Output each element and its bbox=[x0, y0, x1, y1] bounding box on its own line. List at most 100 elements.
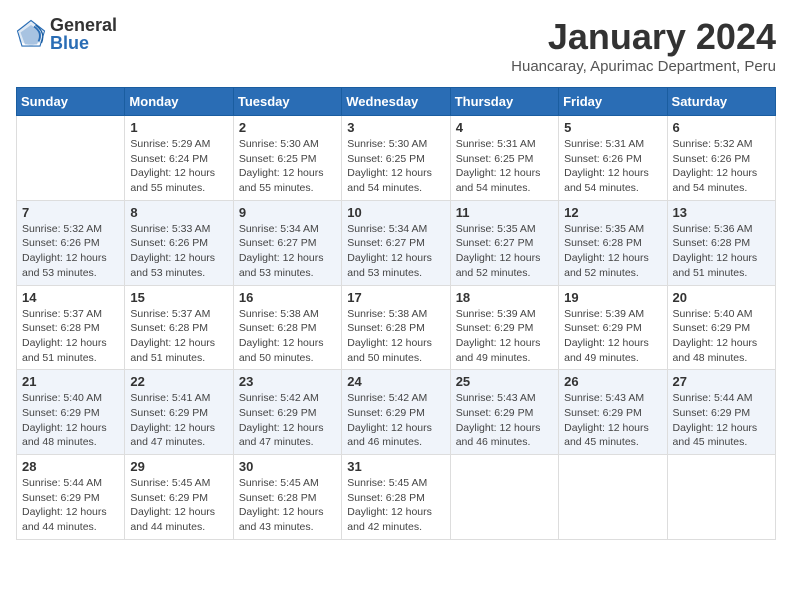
calendar-cell: 26 Sunrise: 5:43 AMSunset: 6:29 PMDayligh… bbox=[559, 370, 667, 455]
day-number: 4 bbox=[456, 120, 553, 135]
day-info: Sunrise: 5:43 AMSunset: 6:29 PMDaylight:… bbox=[564, 391, 661, 450]
day-number: 3 bbox=[347, 120, 444, 135]
calendar-cell: 9 Sunrise: 5:34 AMSunset: 6:27 PMDaylight… bbox=[233, 200, 341, 285]
calendar-header: SundayMondayTuesdayWednesdayThursdayFrid… bbox=[17, 88, 776, 116]
day-info: Sunrise: 5:45 AMSunset: 6:29 PMDaylight:… bbox=[130, 476, 227, 535]
logo: General Blue bbox=[16, 16, 117, 52]
header-day-monday: Monday bbox=[125, 88, 233, 116]
day-number: 23 bbox=[239, 374, 336, 389]
day-number: 26 bbox=[564, 374, 661, 389]
calendar-cell: 3Sunrise: 5:30 AMSunset: 6:25 PMDaylight… bbox=[342, 116, 450, 201]
day-info: Sunrise: 5:43 AMSunset: 6:29 PMDaylight:… bbox=[456, 391, 553, 450]
calendar-cell: 4 Sunrise: 5:31 AMSunset: 6:25 PMDaylight… bbox=[450, 116, 558, 201]
day-info: Sunrise: 5:42 AMSunset: 6:29 PMDaylight:… bbox=[347, 391, 444, 450]
day-info: Sunrise: 5:35 AMSunset: 6:28 PMDaylight:… bbox=[564, 222, 661, 281]
calendar-cell: 24 Sunrise: 5:42 AMSunset: 6:29 PMDayligh… bbox=[342, 370, 450, 455]
calendar-week-4: 21 Sunrise: 5:40 AMSunset: 6:29 PMDayligh… bbox=[17, 370, 776, 455]
day-number: 16 bbox=[239, 290, 336, 305]
day-info: Sunrise: 5:34 AMSunset: 6:27 PMDaylight:… bbox=[239, 222, 336, 281]
calendar-cell: 20Sunrise: 5:40 AMSunset: 6:29 PMDayligh… bbox=[667, 285, 775, 370]
logo-text: General Blue bbox=[50, 16, 117, 52]
calendar-cell: 17Sunrise: 5:38 AMSunset: 6:28 PMDayligh… bbox=[342, 285, 450, 370]
calendar-cell: 19 Sunrise: 5:39 AMSunset: 6:29 PMDayligh… bbox=[559, 285, 667, 370]
day-info: Sunrise: 5:39 AMSunset: 6:29 PMDaylight:… bbox=[564, 307, 661, 366]
day-info: Sunrise: 5:45 AMSunset: 6:28 PMDaylight:… bbox=[347, 476, 444, 535]
calendar-cell: 30 Sunrise: 5:45 AMSunset: 6:28 PMDayligh… bbox=[233, 455, 341, 540]
day-number: 25 bbox=[456, 374, 553, 389]
day-info: Sunrise: 5:45 AMSunset: 6:28 PMDaylight:… bbox=[239, 476, 336, 535]
calendar-cell: 5 Sunrise: 5:31 AMSunset: 6:26 PMDaylight… bbox=[559, 116, 667, 201]
day-info: Sunrise: 5:39 AMSunset: 6:29 PMDaylight:… bbox=[456, 307, 553, 366]
day-number: 27 bbox=[673, 374, 770, 389]
calendar-cell: 25 Sunrise: 5:43 AMSunset: 6:29 PMDayligh… bbox=[450, 370, 558, 455]
day-info: Sunrise: 5:31 AMSunset: 6:26 PMDaylight:… bbox=[564, 137, 661, 196]
day-number: 14 bbox=[22, 290, 119, 305]
title-block: January 2024 Huancaray, Apurimac Departm… bbox=[511, 16, 776, 75]
location-subtitle: Huancaray, Apurimac Department, Peru bbox=[511, 58, 776, 75]
calendar-cell: 28 Sunrise: 5:44 AMSunset: 6:29 PMDayligh… bbox=[17, 455, 125, 540]
calendar-cell: 15Sunrise: 5:37 AMSunset: 6:28 PMDayligh… bbox=[125, 285, 233, 370]
day-number: 24 bbox=[347, 374, 444, 389]
day-number: 9 bbox=[239, 205, 336, 220]
logo-blue: Blue bbox=[50, 34, 117, 52]
day-info: Sunrise: 5:44 AMSunset: 6:29 PMDaylight:… bbox=[673, 391, 770, 450]
day-info: Sunrise: 5:36 AMSunset: 6:28 PMDaylight:… bbox=[673, 222, 770, 281]
header-day-thursday: Thursday bbox=[450, 88, 558, 116]
calendar-week-5: 28 Sunrise: 5:44 AMSunset: 6:29 PMDayligh… bbox=[17, 455, 776, 540]
header-day-friday: Friday bbox=[559, 88, 667, 116]
day-info: Sunrise: 5:41 AMSunset: 6:29 PMDaylight:… bbox=[130, 391, 227, 450]
page-header: General Blue January 2024 Huancaray, Apu… bbox=[16, 16, 776, 75]
calendar-cell: 27 Sunrise: 5:44 AMSunset: 6:29 PMDayligh… bbox=[667, 370, 775, 455]
calendar-cell bbox=[667, 455, 775, 540]
day-number: 21 bbox=[22, 374, 119, 389]
logo-icon bbox=[16, 19, 46, 49]
day-number: 22 bbox=[130, 374, 227, 389]
day-number: 31 bbox=[347, 459, 444, 474]
calendar-week-3: 14 Sunrise: 5:37 AMSunset: 6:28 PMDayligh… bbox=[17, 285, 776, 370]
day-number: 11 bbox=[456, 205, 553, 220]
calendar-cell: 14 Sunrise: 5:37 AMSunset: 6:28 PMDayligh… bbox=[17, 285, 125, 370]
day-number: 29 bbox=[130, 459, 227, 474]
day-info: Sunrise: 5:31 AMSunset: 6:25 PMDaylight:… bbox=[456, 137, 553, 196]
day-number: 28 bbox=[22, 459, 119, 474]
day-number: 19 bbox=[564, 290, 661, 305]
calendar-cell: 10 Sunrise: 5:34 AMSunset: 6:27 PMDayligh… bbox=[342, 200, 450, 285]
day-info: Sunrise: 5:32 AMSunset: 6:26 PMDaylight:… bbox=[673, 137, 770, 196]
day-info: Sunrise: 5:37 AMSunset: 6:28 PMDaylight:… bbox=[22, 307, 119, 366]
day-info: Sunrise: 5:34 AMSunset: 6:27 PMDaylight:… bbox=[347, 222, 444, 281]
day-number: 7 bbox=[22, 205, 119, 220]
day-number: 6 bbox=[673, 120, 770, 135]
day-info: Sunrise: 5:38 AMSunset: 6:28 PMDaylight:… bbox=[239, 307, 336, 366]
day-info: Sunrise: 5:32 AMSunset: 6:26 PMDaylight:… bbox=[22, 222, 119, 281]
logo-general: General bbox=[50, 16, 117, 34]
calendar-cell: 1Sunrise: 5:29 AMSunset: 6:24 PMDaylight… bbox=[125, 116, 233, 201]
day-number: 5 bbox=[564, 120, 661, 135]
calendar-table: SundayMondayTuesdayWednesdayThursdayFrid… bbox=[16, 87, 776, 540]
calendar-cell: 13Sunrise: 5:36 AMSunset: 6:28 PMDayligh… bbox=[667, 200, 775, 285]
calendar-cell: 23Sunrise: 5:42 AMSunset: 6:29 PMDayligh… bbox=[233, 370, 341, 455]
calendar-week-1: 1Sunrise: 5:29 AMSunset: 6:24 PMDaylight… bbox=[17, 116, 776, 201]
day-info: Sunrise: 5:29 AMSunset: 6:24 PMDaylight:… bbox=[130, 137, 227, 196]
day-info: Sunrise: 5:37 AMSunset: 6:28 PMDaylight:… bbox=[130, 307, 227, 366]
day-info: Sunrise: 5:33 AMSunset: 6:26 PMDaylight:… bbox=[130, 222, 227, 281]
header-row: SundayMondayTuesdayWednesdayThursdayFrid… bbox=[17, 88, 776, 116]
day-number: 18 bbox=[456, 290, 553, 305]
day-number: 12 bbox=[564, 205, 661, 220]
day-number: 30 bbox=[239, 459, 336, 474]
calendar-cell: 18 Sunrise: 5:39 AMSunset: 6:29 PMDayligh… bbox=[450, 285, 558, 370]
day-number: 8 bbox=[130, 205, 227, 220]
day-info: Sunrise: 5:40 AMSunset: 6:29 PMDaylight:… bbox=[22, 391, 119, 450]
calendar-cell bbox=[450, 455, 558, 540]
day-info: Sunrise: 5:44 AMSunset: 6:29 PMDaylight:… bbox=[22, 476, 119, 535]
header-day-sunday: Sunday bbox=[17, 88, 125, 116]
calendar-cell bbox=[17, 116, 125, 201]
calendar-cell: 16 Sunrise: 5:38 AMSunset: 6:28 PMDayligh… bbox=[233, 285, 341, 370]
day-info: Sunrise: 5:40 AMSunset: 6:29 PMDaylight:… bbox=[673, 307, 770, 366]
day-number: 10 bbox=[347, 205, 444, 220]
day-info: Sunrise: 5:35 AMSunset: 6:27 PMDaylight:… bbox=[456, 222, 553, 281]
calendar-cell: 31 Sunrise: 5:45 AMSunset: 6:28 PMDayligh… bbox=[342, 455, 450, 540]
header-day-saturday: Saturday bbox=[667, 88, 775, 116]
day-info: Sunrise: 5:38 AMSunset: 6:28 PMDaylight:… bbox=[347, 307, 444, 366]
calendar-cell: 11 Sunrise: 5:35 AMSunset: 6:27 PMDayligh… bbox=[450, 200, 558, 285]
calendar-cell: 29 Sunrise: 5:45 AMSunset: 6:29 PMDayligh… bbox=[125, 455, 233, 540]
